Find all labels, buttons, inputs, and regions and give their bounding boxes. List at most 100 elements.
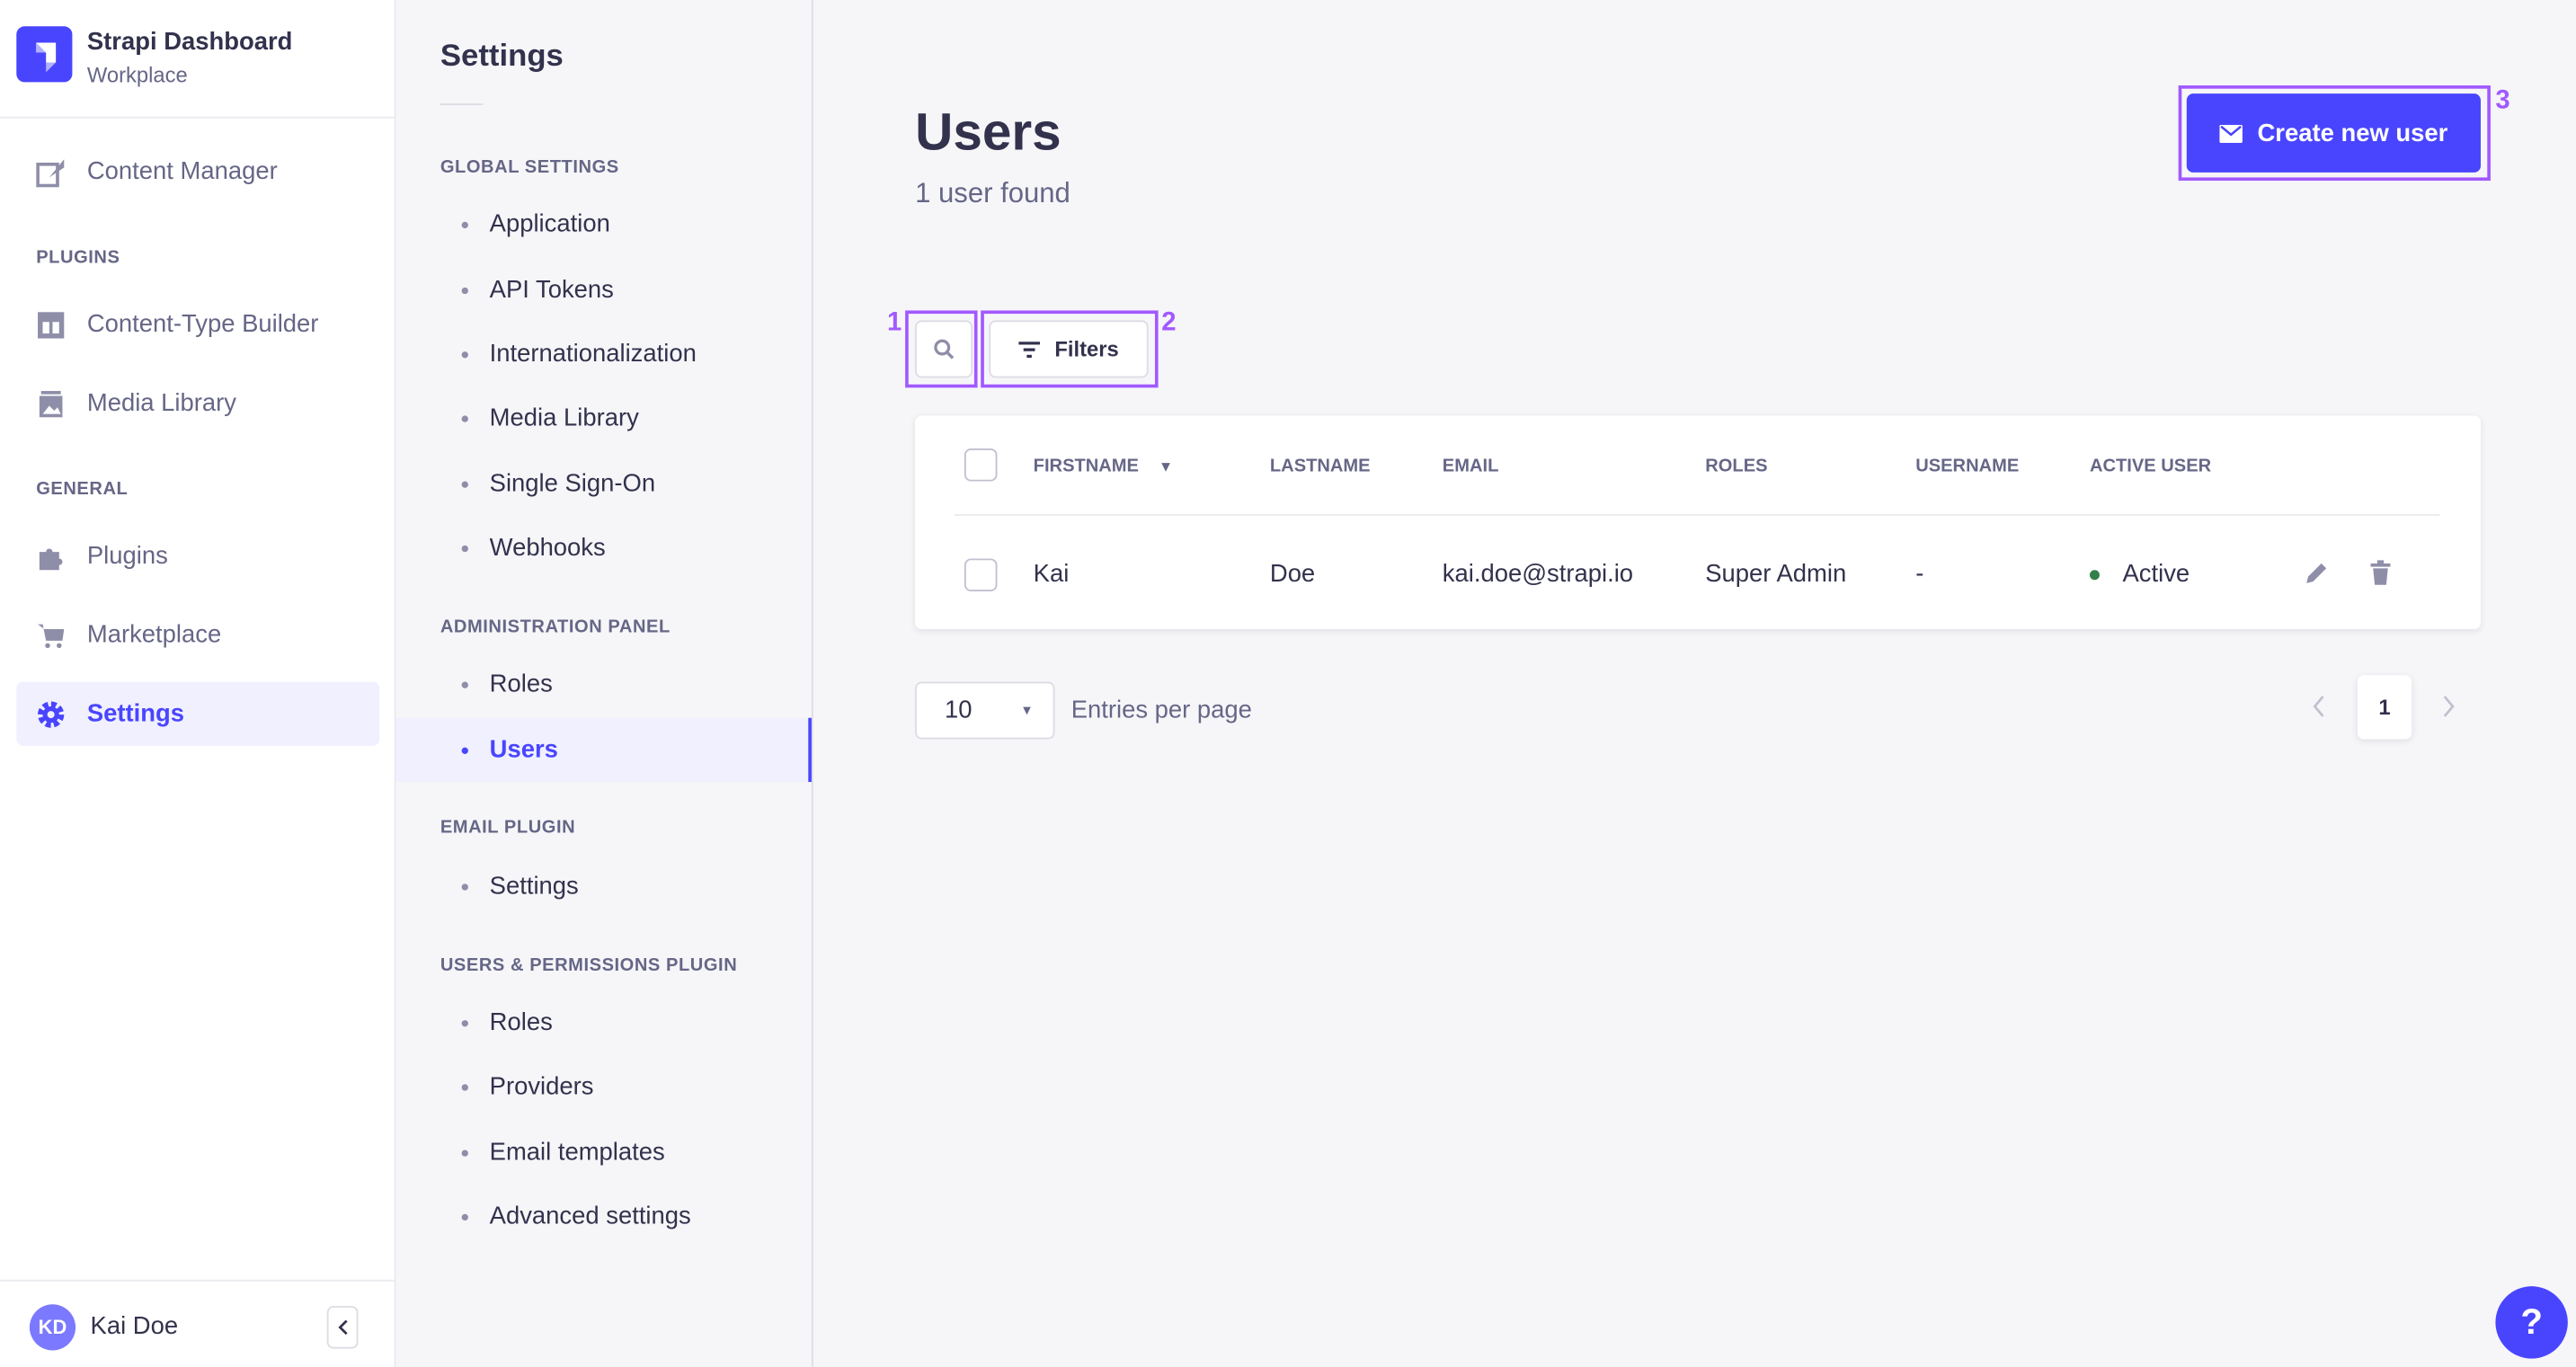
bullet-icon [461, 1083, 468, 1090]
settings-item-label: Roles [489, 1008, 553, 1037]
column-header-active-user[interactable]: ACTIVE USER [2090, 457, 2211, 476]
strapi-logo [16, 26, 73, 83]
settings-item-api-tokens[interactable]: API Tokens [395, 258, 811, 322]
settings-item-label: Application [489, 209, 610, 239]
button-label: Create new user [2257, 119, 2448, 147]
settings-item-label: Email templates [489, 1138, 665, 1167]
cell-active-user: Active [2122, 560, 2190, 589]
feather-icon [36, 157, 66, 187]
bullet-icon [461, 1149, 468, 1156]
avatar[interactable]: KD [29, 1304, 76, 1351]
settings-sidebar: Settings GLOBAL SETTINGS Application API T… [395, 0, 813, 1367]
bullet-icon [461, 746, 468, 754]
edit-button[interactable] [2304, 560, 2330, 594]
row-checkbox[interactable] [964, 558, 998, 592]
cell-firstname: Kai [1033, 560, 1070, 589]
settings-item-label: Advanced settings [489, 1202, 691, 1231]
nav-section-plugins: PLUGINS [36, 247, 120, 268]
settings-item-application[interactable]: Application [395, 192, 811, 256]
nav-plugins[interactable]: Plugins [16, 524, 379, 588]
nav-section-general: GENERAL [36, 479, 129, 500]
create-new-user-button[interactable]: Create new user [2186, 93, 2481, 173]
nav-label: Marketplace [86, 620, 222, 649]
nav-content-manager[interactable]: Content Manager [16, 139, 379, 203]
bullet-icon [461, 480, 468, 487]
settings-section-label: ADMINISTRATION PANEL [440, 617, 671, 638]
chevron-left-icon [337, 1319, 347, 1336]
page-title: Users [915, 102, 1061, 162]
settings-item-email-templates[interactable]: Email templates [395, 1121, 811, 1185]
app-title: Strapi Dashboard [86, 28, 293, 57]
annotation-label: 1 [887, 308, 902, 337]
nav-marketplace[interactable]: Marketplace [16, 603, 379, 667]
settings-item-settings[interactable]: Settings [395, 854, 811, 918]
envelope-icon [2219, 123, 2243, 143]
settings-item-users[interactable]: Users [395, 717, 812, 783]
help-button[interactable]: ? [2495, 1286, 2568, 1359]
bullet-icon [461, 286, 468, 294]
settings-item-label: API Tokens [489, 276, 614, 305]
settings-item-webhooks[interactable]: Webhooks [395, 516, 811, 580]
user-name[interactable]: Kai Doe [91, 1312, 179, 1340]
nav-label: Content-Type Builder [86, 310, 319, 339]
bullet-icon [461, 544, 468, 552]
chevron-down-icon: ▼ [1020, 703, 1034, 718]
filters-button[interactable]: Filters [989, 320, 1149, 378]
settings-item-label: Providers [489, 1072, 594, 1101]
settings-item-label: Internationalization [489, 340, 697, 368]
nav-label: Content Manager [86, 157, 278, 186]
header-label: FIRSTNAME [1033, 457, 1139, 477]
chevron-left-icon [2313, 696, 2324, 717]
search-button[interactable] [915, 320, 973, 378]
annotation-label: 3 [2495, 86, 2510, 115]
sort-caret-icon: ▼ [1158, 457, 1174, 475]
settings-section-label: USERS & PERMISSIONS PLUGIN [440, 955, 738, 976]
filter-icon [1018, 341, 1040, 358]
bullet-icon [461, 414, 468, 422]
settings-item-roles[interactable]: Roles [395, 652, 811, 716]
collapse-nav-button[interactable] [326, 1306, 359, 1349]
select-all-checkbox[interactable] [964, 448, 998, 482]
search-icon [934, 339, 955, 360]
next-page-button[interactable] [2441, 695, 2457, 726]
column-header-firstname[interactable]: FIRSTNAME ▼ [1034, 457, 1174, 476]
settings-item-media-library[interactable]: Media Library [395, 386, 811, 450]
column-header-email[interactable]: EMAIL [1443, 457, 1499, 476]
image-icon [36, 388, 66, 418]
app-subtitle: Workplace [86, 62, 188, 87]
settings-item-label: Single Sign-On [489, 469, 656, 498]
divider [0, 116, 395, 119]
settings-item-internationalization[interactable]: Internationalization [395, 322, 811, 386]
nav-label: Media Library [86, 389, 236, 418]
column-header-roles: ROLES [1705, 457, 1768, 477]
nav-settings[interactable]: Settings [16, 681, 380, 746]
bullet-icon [461, 1019, 468, 1026]
settings-item-roles[interactable]: Roles [395, 990, 811, 1054]
divider [0, 1279, 395, 1282]
pencil-icon [2306, 563, 2327, 583]
annotation-label: 2 [1161, 308, 1177, 337]
prev-page-button[interactable] [2310, 695, 2326, 726]
puzzle-icon [36, 541, 66, 571]
settings-item-single-sign-on[interactable]: Single Sign-On [395, 452, 811, 516]
settings-item-providers[interactable]: Providers [395, 1054, 811, 1118]
cell-lastname: Doe [1269, 560, 1316, 589]
page-subtitle: 1 user found [915, 177, 1070, 209]
button-label: Filters [1054, 336, 1119, 362]
settings-item-advanced-settings[interactable]: Advanced settings [395, 1185, 811, 1248]
bullet-icon [461, 1212, 468, 1221]
column-header-lastname[interactable]: LASTNAME [1270, 457, 1371, 476]
settings-section-label: GLOBAL SETTINGS [440, 157, 619, 178]
entries-per-page-select[interactable]: 10 ▼ [915, 681, 1055, 740]
column-header-username[interactable]: USERNAME [1915, 457, 2019, 476]
settings-section-label: EMAIL PLUGIN [440, 818, 576, 839]
settings-item-label: Roles [489, 670, 553, 698]
nav-label: Settings [86, 699, 185, 728]
nav-media-library[interactable]: Media Library [16, 371, 379, 435]
users-table [915, 415, 2481, 630]
page-1-button[interactable]: 1 [2357, 675, 2412, 740]
nav-content-type-builder[interactable]: Content-Type Builder [16, 292, 379, 356]
delete-button[interactable] [2369, 560, 2393, 594]
chevron-right-icon [2443, 696, 2455, 717]
settings-item-label: Media Library [489, 404, 639, 432]
